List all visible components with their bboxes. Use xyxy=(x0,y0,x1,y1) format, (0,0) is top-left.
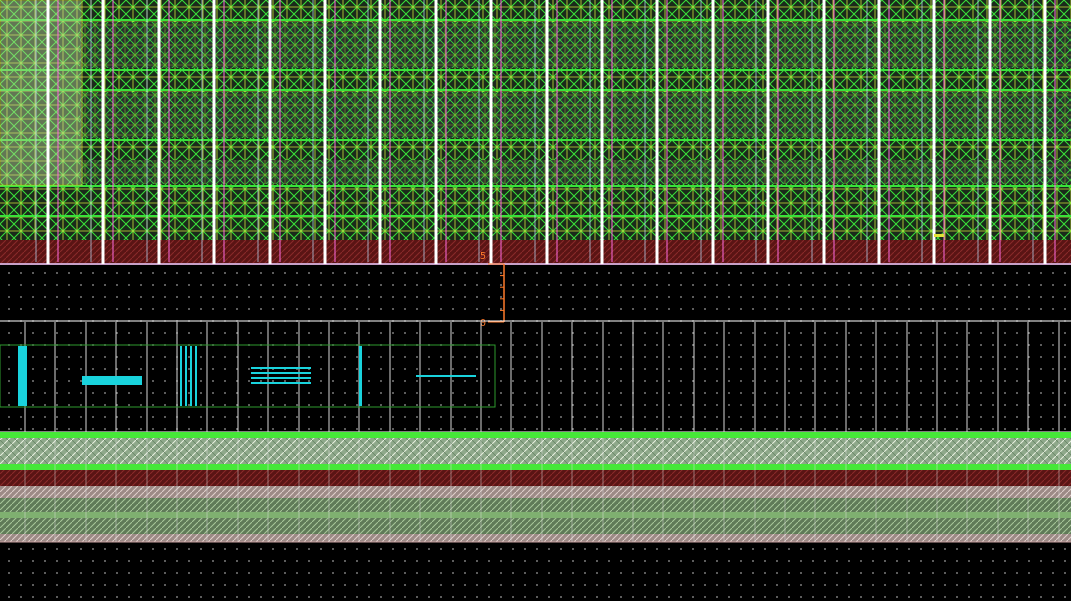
layout-canvas[interactable]: 5 0 xyxy=(0,0,1071,601)
cell-row-region[interactable] xyxy=(0,320,1071,433)
macro-corner-block[interactable] xyxy=(0,0,83,186)
cyan-pin-2[interactable] xyxy=(82,376,142,385)
cyan-pin-4[interactable] xyxy=(251,367,311,384)
cyan-pin-1[interactable] xyxy=(18,346,27,406)
layout-drawing[interactable]: 5 0 xyxy=(0,0,1071,601)
cyan-pin-5[interactable] xyxy=(359,346,362,406)
cyan-pin-6[interactable] xyxy=(416,375,476,377)
bottom-rail-bands[interactable] xyxy=(0,432,1071,543)
cyan-pin-3[interactable] xyxy=(180,346,197,406)
ruler-top-label: 5 xyxy=(480,251,486,262)
yellow-marker[interactable] xyxy=(934,234,944,237)
cyan-shapes[interactable] xyxy=(18,346,476,406)
